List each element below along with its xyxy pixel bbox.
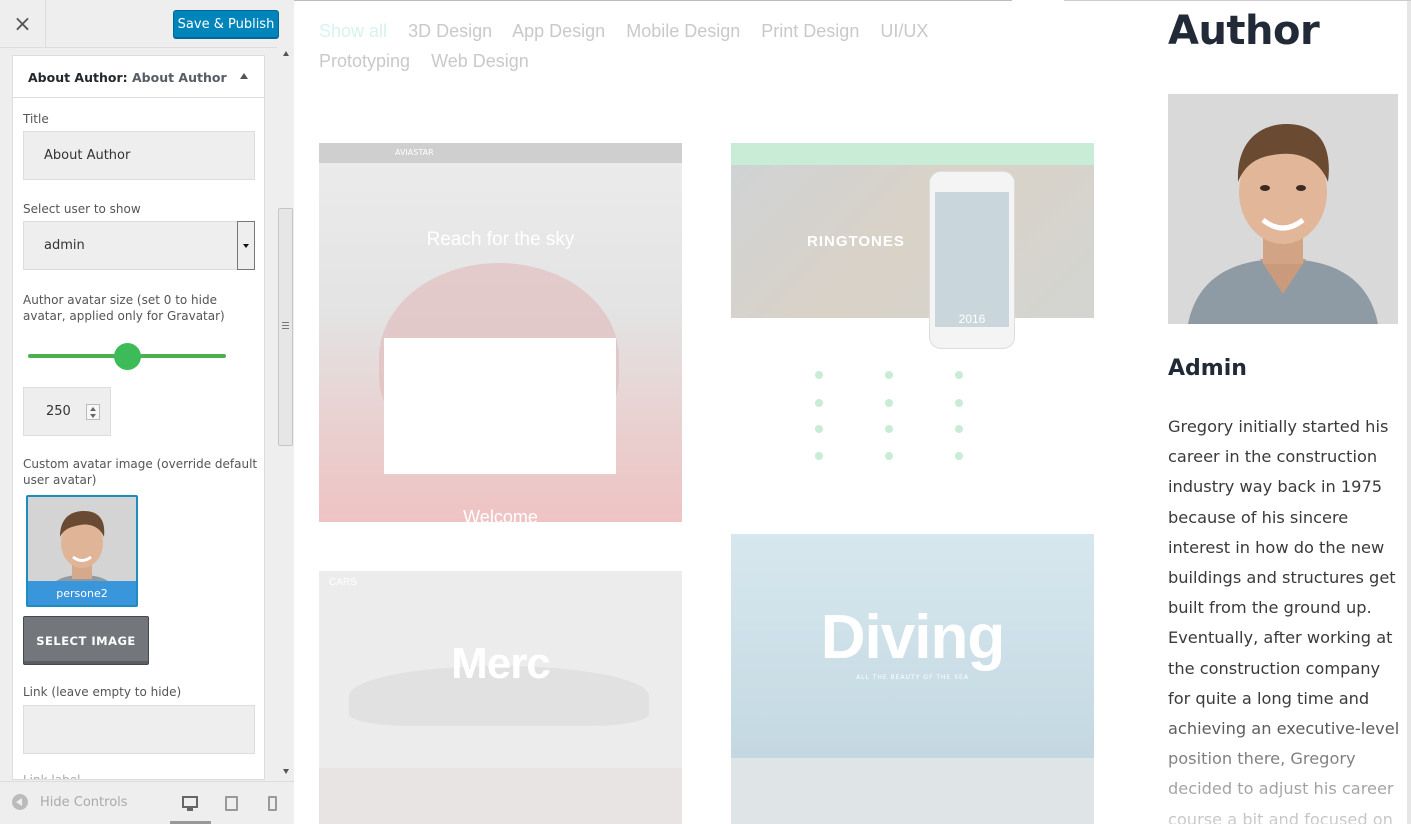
widget-section-header[interactable]: About Author: About Author — [13, 56, 264, 98]
portfolio-card-cars[interactable]: CARS Merc — [319, 571, 682, 824]
diving-title: Diving — [820, 603, 1005, 672]
avatar-size-label: Author avatar size (set 0 to hide avatar… — [23, 293, 225, 323]
sidebar-scroll-thumb[interactable] — [278, 208, 293, 446]
widget-type-label: About Author: — [28, 70, 128, 85]
person-photo-icon — [1168, 94, 1398, 324]
collapse-arrow-icon[interactable] — [240, 73, 248, 79]
author-widget-heading: Author — [1168, 8, 1320, 54]
list-bullet-icon — [885, 371, 893, 379]
list-bullet-icon — [955, 452, 963, 460]
mobile-preview-icon[interactable] — [268, 796, 277, 811]
filter-show-all[interactable]: Show all — [319, 21, 387, 41]
hide-controls-button[interactable]: Hide Controls — [12, 794, 128, 810]
scroll-up-arrow-icon[interactable] — [283, 51, 289, 56]
preview-scrollbar[interactable] — [1407, 0, 1411, 824]
title-input[interactable]: About Author — [23, 131, 255, 180]
diving-gallery-strip — [731, 758, 1094, 824]
ringtones-list — [809, 363, 1029, 473]
hide-controls-label: Hide Controls — [40, 794, 128, 810]
ringtones-hero — [731, 143, 1094, 318]
custom-avatar-thumbnail[interactable]: persone2 — [26, 495, 138, 607]
tablet-preview-icon[interactable] — [225, 796, 238, 811]
avatar-size-value: 250 — [46, 404, 71, 419]
title-input-value: About Author — [44, 148, 131, 163]
bio-fade-overlay — [1168, 700, 1406, 824]
preview-top-border — [1064, 0, 1411, 1]
portfolio-card-ringtones[interactable]: RINGTONES 2016 — [731, 143, 1094, 488]
author-avatar — [1168, 94, 1398, 324]
site-preview: Show all 3D Design App Design Mobile Des… — [295, 0, 1411, 824]
list-bullet-icon — [955, 399, 963, 407]
link-label-field-label: Link label — [23, 773, 81, 780]
avatar-size-slider-handle[interactable] — [113, 343, 141, 370]
widget-panel: About Author: About Author Title About A… — [12, 55, 265, 780]
scroll-down-arrow-icon[interactable] — [283, 769, 289, 774]
filter-print-design[interactable]: Print Design — [761, 21, 859, 41]
phone-mockup-icon: 2016 — [929, 171, 1015, 349]
list-bullet-icon — [815, 399, 823, 407]
cars-logo: CARS — [329, 577, 357, 588]
customizer-sidebar: × Save & Publish About Author: About Aut… — [0, 0, 294, 824]
custom-avatar-label: Custom avatar image (override default us… — [23, 457, 258, 487]
dropdown-arrow-icon[interactable] — [237, 221, 255, 270]
filter-web-design[interactable]: Web Design — [431, 51, 529, 71]
card-navbar — [731, 143, 1094, 165]
filter-app-design[interactable]: App Design — [512, 21, 605, 41]
list-bullet-icon — [885, 399, 893, 407]
aviastar-logo: AVIASTAR — [395, 148, 434, 157]
aviastar-headline: Reach for the sky — [426, 229, 575, 250]
phone-screen: 2016 — [935, 192, 1009, 327]
customizer-header: × Save & Publish — [0, 0, 294, 48]
list-bullet-icon — [885, 452, 893, 460]
list-bullet-icon — [955, 371, 963, 379]
close-button[interactable]: × — [0, 0, 46, 48]
number-spinner-icon[interactable] — [86, 404, 100, 420]
title-label: Title — [23, 112, 49, 126]
widget-title-label: About Author — [132, 70, 227, 85]
user-select-value: admin — [44, 238, 85, 253]
select-user-label: Select user to show — [23, 202, 141, 216]
portfolio-filters: Show all 3D Design App Design Mobile Des… — [319, 16, 1039, 76]
pricing-box — [384, 338, 616, 474]
grip-icon — [282, 322, 289, 329]
list-bullet-icon — [815, 452, 823, 460]
preview-top-border — [294, 0, 1012, 1]
avatar-filename: persone2 — [28, 581, 136, 605]
cars-title: Merc — [451, 639, 551, 688]
diving-tagline: ALL THE BEAUTY OF THE SEA — [856, 674, 969, 681]
user-select[interactable]: admin — [23, 221, 255, 270]
link-label: Link (leave empty to hide) — [23, 685, 182, 699]
list-bullet-icon — [815, 425, 823, 433]
cars-gallery-strip — [319, 768, 682, 824]
customizer-footer: Hide Controls — [0, 781, 294, 824]
filter-3d-design[interactable]: 3D Design — [408, 21, 492, 41]
ringtones-title: RINGTONES — [807, 233, 905, 250]
avatar-size-input[interactable]: 250 — [23, 387, 111, 436]
save-publish-button[interactable]: Save & Publish — [173, 10, 279, 38]
card-navbar — [319, 143, 682, 163]
portfolio-card-diving[interactable]: Diving ALL THE BEAUTY OF THE SEA — [731, 534, 1094, 824]
aviastar-welcome: Welcome — [463, 507, 538, 522]
list-bullet-icon — [955, 425, 963, 433]
select-image-button[interactable]: SELECT IMAGE — [23, 616, 149, 665]
portfolio-card-aviastar[interactable]: AVIASTAR Reach for the sky Welcome — [319, 143, 682, 522]
collapse-left-icon — [12, 794, 28, 810]
author-name: Admin — [1168, 356, 1247, 381]
list-bullet-icon — [885, 425, 893, 433]
list-bullet-icon — [815, 371, 823, 379]
link-input[interactable] — [23, 705, 255, 754]
desktop-preview-icon[interactable] — [182, 796, 198, 811]
ringtones-year: 2016 — [958, 312, 986, 326]
filter-mobile-design[interactable]: Mobile Design — [626, 21, 740, 41]
